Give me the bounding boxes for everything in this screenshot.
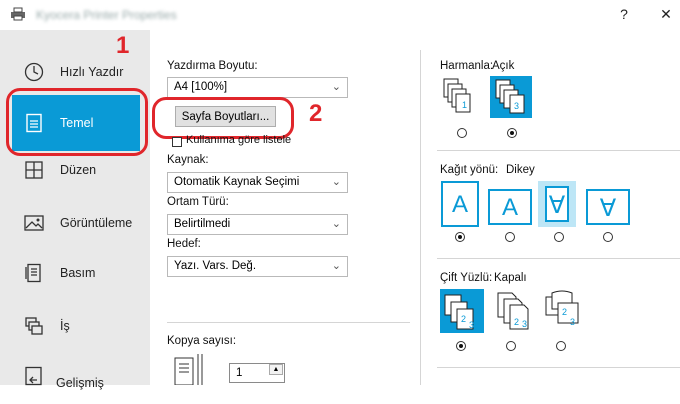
sidebar-item-label: Hızlı Yazdır	[60, 65, 124, 79]
duplex-short-edge-radio[interactable]	[556, 341, 566, 351]
orientation-label: Kağıt yönü:	[440, 164, 499, 176]
orientation-value: Dikey	[506, 164, 535, 176]
sidebar-item-publishing[interactable]: Basım	[12, 245, 140, 301]
svg-text:2: 2	[562, 307, 567, 317]
print-size-select[interactable]: A4 [100%] ⌄	[167, 77, 348, 98]
orientation-portrait-rotated-option[interactable]: ∀	[538, 181, 576, 227]
sidebar-item-label: Görüntüleme	[60, 216, 133, 230]
window-title: Kyocera Printer Properties	[36, 8, 177, 22]
callout-highlight-page-sizes	[152, 97, 294, 139]
print-size-value: A4 [100%]	[174, 81, 228, 93]
single-sided-pages-icon: 2 3	[444, 294, 474, 330]
orientation-landscape-rotated-glyph: ∀	[599, 195, 617, 222]
sidebar-item-label: Gelişmiş	[56, 376, 104, 390]
booklet-icon	[25, 263, 41, 283]
sidebar-item-job[interactable]: İş	[12, 298, 140, 354]
copies-stepper[interactable]: 1 ▲	[229, 363, 285, 383]
source-select[interactable]: Otomatik Kaynak Seçimi ⌄	[167, 172, 348, 193]
grid-icon	[25, 161, 43, 179]
chevron-down-icon: ⌄	[331, 218, 341, 230]
duplex-value: Kapalı	[494, 272, 527, 284]
divider	[437, 150, 680, 151]
svg-text:3: 3	[514, 101, 519, 111]
source-label: Kaynak:	[167, 154, 209, 166]
media-type-value: Belirtilmedi	[174, 218, 231, 230]
source-value: Otomatik Kaynak Seçimi	[174, 176, 300, 188]
chevron-down-icon: ⌄	[331, 176, 341, 188]
sidebar-item-imaging[interactable]: Görüntüleme	[12, 195, 140, 251]
clock-icon	[24, 62, 44, 82]
sidebar-item-label: İş	[60, 319, 70, 333]
uncollated-pages-icon: 1	[443, 78, 471, 113]
collate-on-radio[interactable]	[507, 128, 517, 138]
collate-pages-icon	[174, 354, 203, 385]
print-size-label: Yazdırma Boyutu:	[167, 60, 258, 72]
orientation-landscape-glyph: A	[501, 194, 518, 221]
help-button[interactable]: ?	[614, 6, 634, 22]
callout-highlight-basic	[6, 88, 148, 156]
arrow-left-icon	[25, 366, 42, 386]
duplex-label: Çift Yüzlü:	[440, 272, 493, 284]
sidebar-item-label: Basım	[60, 266, 96, 280]
duplex-long-edge-option[interactable]: 2 3	[490, 289, 534, 333]
title-bar: Kyocera Printer Properties ? ✕	[0, 0, 680, 30]
collate-off-option[interactable]: 1	[440, 76, 482, 118]
svg-text:1: 1	[462, 100, 467, 110]
long-edge-binding-icon: 2 3	[497, 292, 529, 330]
destination-select[interactable]: Yazı. Vars. Değ. ⌄	[167, 256, 348, 277]
orientation-landscape-radio[interactable]	[505, 232, 515, 242]
svg-text:2: 2	[461, 314, 466, 324]
callout-number-2: 2	[309, 100, 323, 127]
orientation-landscape-option[interactable]: A	[488, 189, 532, 225]
orientation-portrait-rotated-radio[interactable]	[554, 232, 564, 242]
duplex-off-option[interactable]: 2 3	[440, 289, 484, 333]
duplex-off-radio[interactable]	[456, 341, 466, 351]
sidebar: Hızlı Yazdır Temel Düzen Görüntüleme Bas…	[0, 30, 150, 390]
chevron-up-icon[interactable]: ▲	[269, 364, 283, 375]
divider	[167, 322, 410, 323]
svg-text:2: 2	[514, 317, 519, 327]
copies-value: 1	[236, 367, 243, 379]
orientation-portrait-radio[interactable]	[455, 232, 465, 242]
callout-number-1: 1	[116, 32, 130, 59]
orientation-landscape-rotated-option[interactable]: ∀	[586, 189, 630, 225]
destination-value: Yazı. Vars. Değ.	[174, 260, 257, 272]
collated-pages-icon: 3	[495, 79, 525, 114]
orientation-portrait-option[interactable]: A	[441, 181, 479, 227]
printer-icon	[11, 7, 25, 21]
destination-label: Hedef:	[167, 238, 201, 250]
orientation-landscape-rotated-radio[interactable]	[603, 232, 613, 242]
collate-on-option[interactable]: 3	[490, 76, 532, 118]
short-edge-binding-icon: 2 3	[545, 290, 579, 327]
collate-label: Harmanla:	[440, 60, 494, 72]
divider	[437, 367, 680, 368]
duplex-short-edge-option[interactable]: 2 3	[540, 289, 584, 333]
orientation-portrait-rotated-glyph: ∀	[548, 192, 566, 219]
collate-value: Açık	[492, 60, 515, 72]
close-button[interactable]: ✕	[656, 6, 676, 23]
svg-text:3: 3	[522, 319, 527, 329]
list-by-usage-checkbox[interactable]	[172, 137, 182, 147]
media-type-select[interactable]: Belirtilmedi ⌄	[167, 214, 348, 235]
collate-off-radio[interactable]	[457, 128, 467, 138]
chevron-down-icon: ⌄	[331, 260, 341, 272]
pane-divider	[420, 50, 421, 385]
sidebar-item-label: Düzen	[60, 163, 97, 177]
list-by-usage-label: Kullanıma göre listele	[186, 134, 292, 146]
divider	[437, 258, 680, 259]
image-icon	[24, 215, 44, 231]
media-type-label: Ortam Türü:	[167, 196, 229, 208]
copies-label: Kopya sayısı:	[167, 335, 237, 347]
svg-text:3: 3	[469, 320, 474, 330]
sidebar-item-advanced[interactable]: Gelişmiş	[12, 348, 140, 404]
chevron-down-icon: ⌄	[331, 81, 341, 93]
svg-text:3: 3	[570, 317, 575, 327]
orientation-portrait-glyph: A	[451, 191, 468, 218]
stack-icon	[25, 317, 43, 335]
duplex-long-edge-radio[interactable]	[506, 341, 516, 351]
